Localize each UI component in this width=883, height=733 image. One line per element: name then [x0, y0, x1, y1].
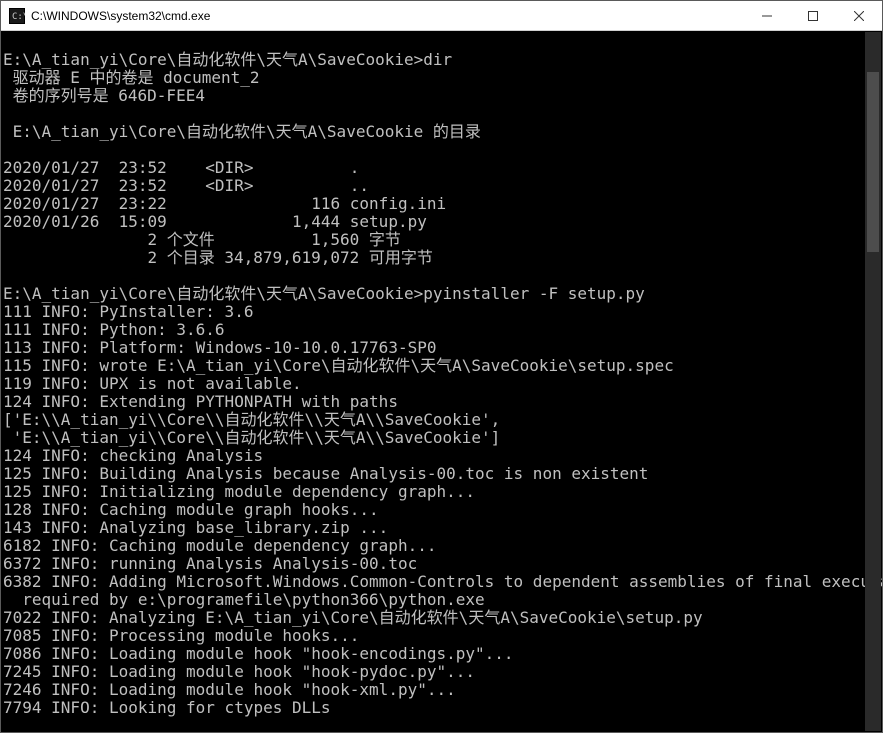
terminal-line: ['E:\\A_tian_yi\\Core\\自动化软件\\天气A\\SaveC…	[3, 411, 880, 429]
terminal-line: E:\A_tian_yi\Core\自动化软件\天气A\SaveCookie>p…	[3, 285, 880, 303]
terminal-line: 7246 INFO: Loading module hook "hook-xml…	[3, 681, 880, 699]
terminal-line: 119 INFO: UPX is not available.	[3, 375, 880, 393]
terminal-line: E:\A_tian_yi\Core\自动化软件\天气A\SaveCookie 的…	[3, 123, 880, 141]
window-title: C:\WINDOWS\system32\cmd.exe	[31, 9, 744, 23]
terminal-line	[3, 105, 880, 123]
terminal-line: 驱动器 E 中的卷是 document_2	[3, 69, 880, 87]
titlebar[interactable]: C:\ C:\WINDOWS\system32\cmd.exe	[1, 1, 882, 31]
terminal-line: 124 INFO: checking Analysis	[3, 447, 880, 465]
terminal-line: 2 个目录 34,879,619,072 可用字节	[3, 249, 880, 267]
cmd-icon: C:\	[9, 8, 25, 24]
terminal-line: 115 INFO: wrote E:\A_tian_yi\Core\自动化软件\…	[3, 357, 880, 375]
terminal-line: 'E:\\A_tian_yi\\Core\\自动化软件\\天气A\\SaveCo…	[3, 429, 880, 447]
terminal-line: 2 个文件 1,560 字节	[3, 231, 880, 249]
svg-text:C:\: C:\	[12, 12, 25, 22]
terminal-output[interactable]: E:\A_tian_yi\Core\自动化软件\天气A\SaveCookie>d…	[1, 31, 882, 732]
terminal-line: 124 INFO: Extending PYTHONPATH with path…	[3, 393, 880, 411]
terminal-line	[3, 267, 880, 285]
terminal-line	[3, 141, 880, 159]
terminal-line: 111 INFO: PyInstaller: 3.6	[3, 303, 880, 321]
terminal-line: 7245 INFO: Loading module hook "hook-pyd…	[3, 663, 880, 681]
terminal-line: 143 INFO: Analyzing base_library.zip ...	[3, 519, 880, 537]
terminal-line: 6382 INFO: Adding Microsoft.Windows.Comm…	[3, 573, 880, 591]
scrollbar[interactable]	[865, 32, 881, 731]
terminal-line: 2020/01/26 15:09 1,444 setup.py	[3, 213, 880, 231]
terminal-line	[3, 33, 880, 51]
terminal-line: 7085 INFO: Processing module hooks...	[3, 627, 880, 645]
terminal-line: 7086 INFO: Loading module hook "hook-enc…	[3, 645, 880, 663]
terminal-line: E:\A_tian_yi\Core\自动化软件\天气A\SaveCookie>d…	[3, 51, 880, 69]
terminal-line: 125 INFO: Building Analysis because Anal…	[3, 465, 880, 483]
minimize-button[interactable]	[744, 1, 790, 31]
terminal-line: 6182 INFO: Caching module dependency gra…	[3, 537, 880, 555]
scrollbar-thumb[interactable]	[867, 72, 879, 252]
maximize-button[interactable]	[790, 1, 836, 31]
terminal-line: 2020/01/27 23:52 <DIR> .	[3, 159, 880, 177]
terminal-line: 7022 INFO: Analyzing E:\A_tian_yi\Core\自…	[3, 609, 880, 627]
cmd-window: C:\ C:\WINDOWS\system32\cmd.exe E:\A_tia…	[0, 0, 883, 733]
terminal-line: 111 INFO: Python: 3.6.6	[3, 321, 880, 339]
terminal-line: 2020/01/27 23:52 <DIR> ..	[3, 177, 880, 195]
terminal-line: 113 INFO: Platform: Windows-10-10.0.1776…	[3, 339, 880, 357]
terminal-line: 125 INFO: Initializing module dependency…	[3, 483, 880, 501]
close-button[interactable]	[836, 1, 882, 31]
terminal-line: 6372 INFO: running Analysis Analysis-00.…	[3, 555, 880, 573]
terminal-line: 128 INFO: Caching module graph hooks...	[3, 501, 880, 519]
terminal-line: 2020/01/27 23:22 116 config.ini	[3, 195, 880, 213]
terminal-line: 7794 INFO: Looking for ctypes DLLs	[3, 699, 880, 717]
terminal-line: 卷的序列号是 646D-FEE4	[3, 87, 880, 105]
terminal-line: required by e:\programefile\python366\py…	[3, 591, 880, 609]
